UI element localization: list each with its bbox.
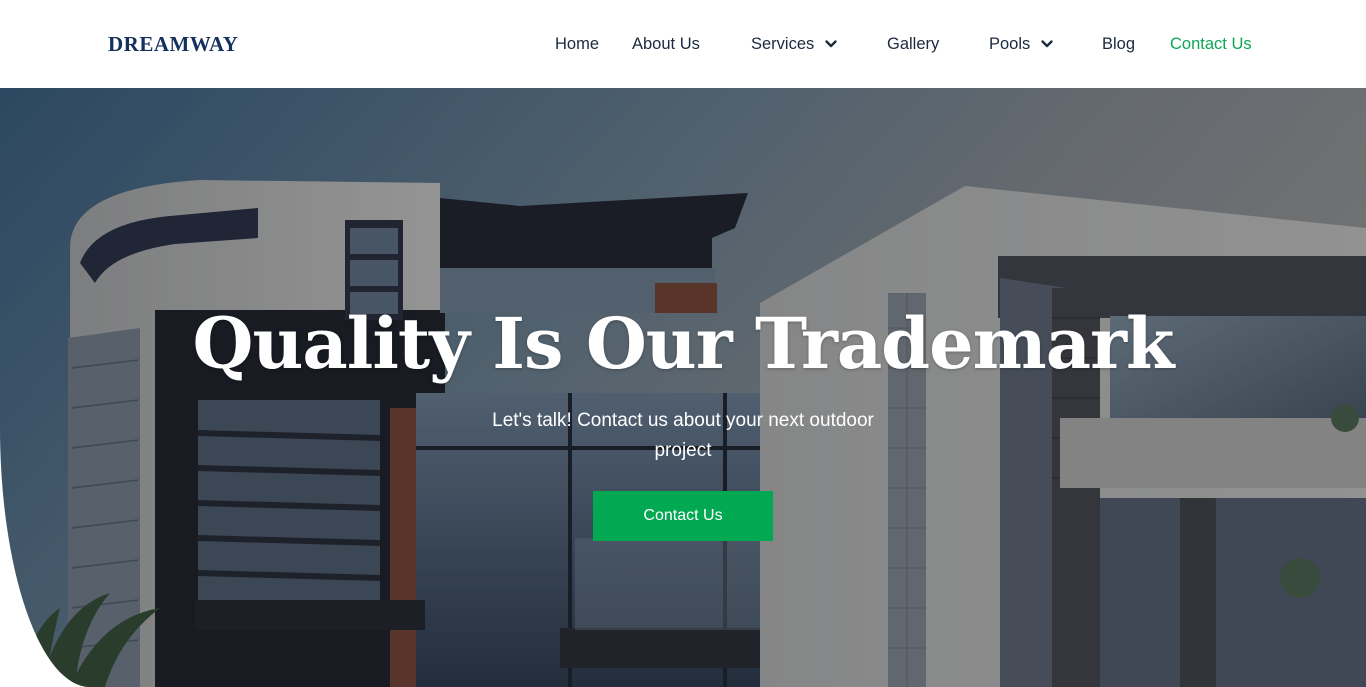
nav-services-label: Services — [751, 35, 815, 53]
nav-about-us-label: About Us — [632, 35, 700, 53]
nav-home-label: Home — [555, 35, 600, 53]
site-header: DREAMWAY Home About Us Services Gallery … — [0, 0, 1366, 88]
nav-pools[interactable]: Pools — [989, 32, 1054, 56]
main-nav: Home About Us Services Gallery Pools Blo… — [0, 0, 1366, 88]
nav-blog-label: Blog — [1102, 35, 1136, 53]
chevron-down-icon[interactable] — [824, 37, 838, 51]
nav-about-us[interactable]: About Us — [632, 32, 700, 56]
hero-section: Quality Is Our Trademark Let's talk! Con… — [0, 88, 1366, 687]
nav-gallery[interactable]: Gallery — [887, 32, 939, 56]
contact-us-button[interactable]: Contact Us — [593, 491, 773, 541]
nav-gallery-label: Gallery — [887, 35, 940, 53]
nav-home[interactable]: Home — [555, 32, 599, 56]
nav-blog[interactable]: Blog — [1102, 32, 1135, 56]
hero-title: Quality Is Our Trademark — [192, 302, 1175, 385]
nav-contact-us-label: Contact Us — [1170, 35, 1252, 53]
nav-pools-label: Pools — [989, 35, 1031, 53]
chevron-down-icon[interactable] — [1040, 37, 1054, 51]
nav-services[interactable]: Services — [751, 32, 838, 56]
nav-contact-us[interactable]: Contact Us — [1170, 32, 1252, 56]
hero-subtitle: Let's talk! Contact us about your next o… — [492, 410, 874, 461]
